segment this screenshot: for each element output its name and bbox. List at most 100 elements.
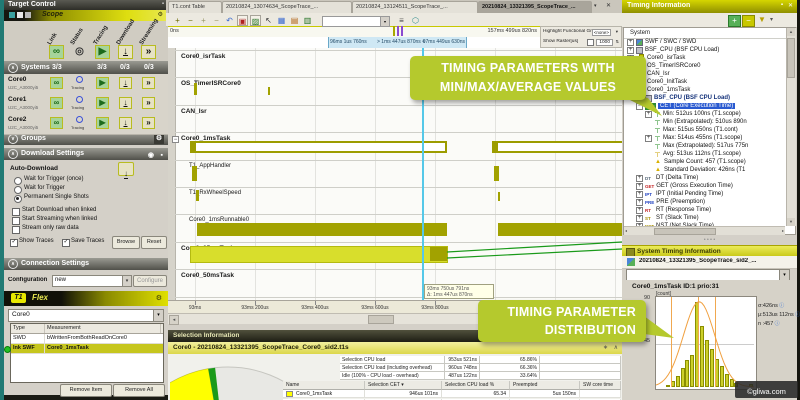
- row-expander-icon[interactable]: −: [172, 136, 179, 143]
- task-execution-bar-solid[interactable]: [268, 87, 270, 95]
- raster-icon[interactable]: ▥: [302, 15, 313, 26]
- tree-item[interactable]: +GETGET (Gross Execution Time): [636, 182, 733, 190]
- scroll-thumb[interactable]: [368, 315, 394, 324]
- tree-expander-icon[interactable]: +: [636, 175, 643, 182]
- task-execution-bar-solid[interactable]: [197, 223, 447, 236]
- trace-left-strip[interactable]: [168, 48, 176, 300]
- tree-vscrollbar[interactable]: ▲ ▼: [786, 28, 796, 226]
- panel-splitter[interactable]: • • • •: [622, 235, 797, 245]
- timing-tree[interactable]: +SWF / SWC / SWD+BSF_CPU (BSF CPU Load)+…: [623, 38, 785, 226]
- tree-item-label[interactable]: PRE (Preemption): [656, 199, 705, 205]
- tree-item[interactable]: +STST (Slack Time): [636, 214, 699, 222]
- system-timing-item[interactable]: 20210824_13321395_ScopeTrace_sid2_...: [622, 256, 797, 269]
- configure-button[interactable]: Configure: [133, 275, 167, 287]
- download-button[interactable]: ↓: [118, 45, 133, 59]
- tree-item-label[interactable]: Max: 514us 455ns (T1.scope): [663, 135, 742, 141]
- tree-item[interactable]: ┬Max (Extrapolated): 517us 775n: [645, 142, 748, 150]
- pin-icon-3[interactable]: ▪: [781, 2, 783, 8]
- task-execution-bar-solid[interactable]: [430, 247, 447, 261]
- checkbox-1[interactable]: [12, 217, 20, 225]
- download-settings-header[interactable]: ∧Download Settings ◉ ▪: [4, 148, 168, 160]
- flex-measurement-row[interactable]: lnk SWFCore0_1msTask: [11, 344, 163, 354]
- raster-spinner[interactable]: 1000: [596, 39, 613, 46]
- show-traces-checkbox[interactable]: ✓: [10, 239, 18, 247]
- tab-4[interactable]: 20210824_13321395_ScopeTrace_...: [478, 1, 592, 13]
- chevron-down-icon-5[interactable]: ▾: [779, 270, 789, 280]
- timing-info-header[interactable]: Timing Information ▪ ✕: [622, 0, 797, 13]
- palette-icon[interactable]: ▤: [289, 15, 300, 26]
- chevron-down-icon-2[interactable]: ▾: [153, 310, 163, 321]
- download-button[interactable]: ↓: [119, 77, 132, 89]
- eye-icon[interactable]: ◉: [148, 150, 154, 162]
- systems-section-header[interactable]: ∧Systems 3/3 3/3 0/3 0/3: [4, 61, 168, 74]
- info-icon[interactable]: ⓘ: [794, 312, 800, 318]
- trace-row-label-core0_isrtask[interactable]: Core0_isrTask: [181, 53, 225, 60]
- task-execution-bar[interactable]: [492, 141, 622, 153]
- radio-1[interactable]: [14, 186, 22, 194]
- expand-icon[interactable]: ∨: [8, 134, 18, 144]
- chevron-down-icon-3[interactable]: ▾: [616, 29, 618, 35]
- tree-item-label[interactable]: Sample Count: 457 (T1.scope): [664, 159, 746, 165]
- play-button[interactable]: ▶: [95, 45, 110, 59]
- tree-item[interactable]: +PREPRE (Preemption): [636, 198, 705, 206]
- pin-icon-2[interactable]: ▪: [161, 150, 163, 162]
- tree-expander-icon[interactable]: +: [627, 39, 634, 46]
- tree-item[interactable]: +SWF / SWC / SWD: [627, 38, 696, 46]
- status-button[interactable]: ◎: [72, 45, 87, 59]
- connection-settings-header[interactable]: ∧Connection Settings: [4, 258, 168, 270]
- tree-item[interactable]: +DTDT (Delta Time): [636, 174, 698, 182]
- stream-button[interactable]: »: [142, 117, 155, 129]
- stream-button[interactable]: »: [142, 77, 155, 89]
- collapse-icon[interactable]: ∧: [8, 63, 18, 73]
- tree-expander-icon[interactable]: +: [645, 135, 652, 142]
- tree-item-label[interactable]: CAN_Isr: [647, 71, 670, 77]
- selection-range[interactable]: 96ms 1us 760ns > 1ms 447us 870ns < 97ms …: [328, 37, 467, 48]
- tab-close-icon[interactable]: ✕: [606, 2, 611, 9]
- link-button[interactable]: ∞: [50, 117, 63, 129]
- checkbox-0[interactable]: [12, 208, 20, 216]
- task-execution-bar-solid[interactable]: [494, 166, 499, 181]
- spinner-arrows-icon[interactable]: ⇅: [616, 39, 619, 44]
- pointer-icon[interactable]: ↖: [263, 15, 274, 26]
- select-icon[interactable]: ▨: [250, 15, 261, 26]
- wrench-icon[interactable]: ⚙: [156, 294, 162, 302]
- trace-row-label-can_isr[interactable]: CAN_Isr: [181, 108, 207, 115]
- task-execution-bar-solid[interactable]: [498, 192, 500, 201]
- tree-scroll-left-icon[interactable]: ◂: [625, 228, 627, 233]
- stream-button[interactable]: »: [142, 97, 155, 109]
- add-icon[interactable]: +: [728, 15, 741, 27]
- info-icon[interactable]: ⓘ: [773, 321, 779, 327]
- collapse-icon-2[interactable]: ∧: [8, 149, 18, 159]
- tree-scroll-up-icon[interactable]: ▲: [787, 28, 795, 36]
- scope-tab-icon[interactable]: [9, 12, 15, 18]
- auto-download-button[interactable]: ↓: [118, 162, 134, 176]
- table-header-sw-core-time[interactable]: SW core time: [580, 381, 621, 390]
- radio-0[interactable]: [14, 177, 22, 185]
- reset-button[interactable]: Reset: [141, 236, 167, 249]
- tree-scroll-right-icon[interactable]: ▸: [782, 228, 784, 233]
- core-select[interactable]: Core0 ▾: [8, 309, 164, 322]
- tree-item-label[interactable]: Avg: 513us 112ns (T1.scope): [663, 151, 741, 157]
- tree-hscroll-thumb[interactable]: [654, 228, 716, 235]
- zoom-in-small-icon[interactable]: +: [198, 15, 209, 26]
- task-execution-bar-solid[interactable]: [194, 83, 197, 95]
- tree-item-label[interactable]: Min: 512us 100ns (T1.scope): [663, 111, 741, 117]
- filter-icon[interactable]: ▼: [758, 15, 766, 24]
- tree-item-label[interactable]: Core0_isrTask: [647, 55, 685, 61]
- link-button[interactable]: ∞: [50, 77, 63, 89]
- tree-expander-icon[interactable]: +: [627, 47, 634, 54]
- chevron-down-icon[interactable]: ▾: [122, 276, 131, 286]
- link-button[interactable]: ∞: [50, 97, 63, 109]
- task-execution-bar-bright[interactable]: [190, 246, 448, 263]
- pin-icon[interactable]: ▪: [162, 1, 164, 7]
- tree-item-label[interactable]: Min (Extrapolated): 510us 890n: [663, 119, 747, 125]
- remove-item-button[interactable]: Remove Item: [60, 384, 112, 397]
- tree-item-label[interactable]: Max (Extrapolated): 517us 775n: [663, 143, 748, 149]
- download-button[interactable]: ↓: [119, 117, 132, 129]
- tree-item-label[interactable]: RT (Response Time): [656, 207, 711, 213]
- marker-icon[interactable]: ▣: [237, 15, 248, 26]
- task-name-cell[interactable]: Core0_1msTask: [283, 390, 365, 398]
- tree-item-label[interactable]: DT (Delta Time): [656, 175, 698, 181]
- configuration-select[interactable]: new ▾: [52, 275, 132, 287]
- task-execution-bar-solid[interactable]: [498, 223, 622, 236]
